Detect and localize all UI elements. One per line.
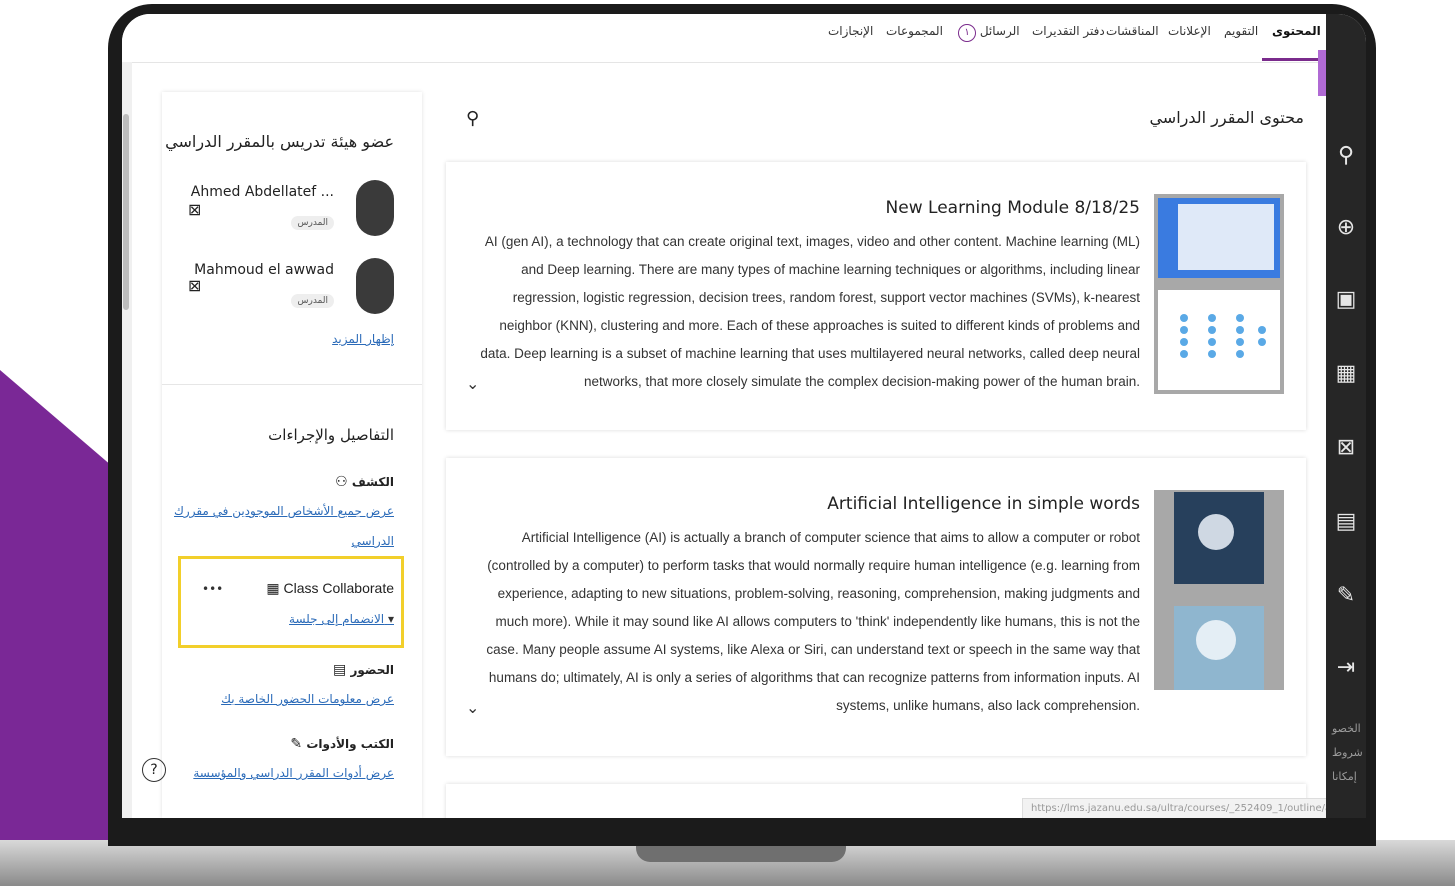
roster-heading-label: الكشف (351, 475, 394, 489)
content-card[interactable]: Artificial Intelligence in simple words … (446, 458, 1306, 756)
instructor-name[interactable]: Mahmoud el awwad (194, 262, 334, 278)
right-nav-strip (1326, 14, 1366, 818)
roster-link[interactable]: عرض جميع الأشخاص الموجودين في مقررك (174, 504, 394, 518)
roster-link-line2[interactable]: الدراسي (352, 534, 394, 548)
tools-heading: ✎ الكتب والأدوات (286, 736, 394, 752)
course-sidebar: عضو هيئة تدريس بالمقرر الدراسي Ahmed Abd… (162, 92, 422, 818)
nav-tab-groups[interactable]: المجموعات (886, 24, 943, 38)
mail-icon[interactable]: ⊠ (188, 276, 201, 295)
help-icon[interactable]: ? (142, 758, 166, 782)
nav-tab-content[interactable]: المحتوى (1272, 24, 1321, 38)
card-body: Artificial Intelligence (AI) is actually… (486, 530, 1140, 713)
screen: المحتوى التقويم الإعلانات المناقشات دفتر… (122, 14, 1366, 818)
card-thumbnail (1154, 194, 1284, 394)
attendance-icon: ▤ (333, 662, 347, 678)
roster-heading: ⚇ الكشف (331, 474, 394, 490)
show-more-link[interactable]: إظهار المزيد (332, 332, 394, 346)
nav-tab-gradebook[interactable]: دفتر التقديرات (1032, 24, 1105, 38)
nav-tab-messages[interactable]: ١ الرسائل (958, 24, 1020, 42)
instructors-title: عضو هيئة تدريس بالمقرر الدراسي (165, 132, 394, 151)
scrollbar[interactable] (122, 62, 132, 818)
strip-footer-text[interactable]: شروط (1332, 746, 1363, 759)
wrench-icon: ✎ (290, 736, 303, 752)
nav-tab-discussions[interactable]: المناقشات (1106, 24, 1159, 38)
card-title[interactable]: Artificial Intelligence in simple words (827, 494, 1140, 514)
card-body: AI (gen AI), a technology that can creat… (480, 234, 1140, 389)
instructor-role-badge: المدرس (291, 294, 334, 308)
people-icon: ⚇ (335, 474, 348, 490)
page-title: محتوى المقرر الدراسي (1149, 108, 1304, 127)
laptop-bezel: المحتوى التقويم الإعلانات المناقشات دفتر… (108, 4, 1376, 846)
sidebar-divider (162, 384, 422, 385)
signout-icon[interactable]: ⇥ (1332, 654, 1360, 682)
attendance-link[interactable]: عرض معلومات الحضور الخاصة بك (221, 692, 394, 706)
card-thumbnail (1154, 490, 1284, 690)
status-url: https://lms.jazanu.edu.sa/ultra/courses/… (1022, 798, 1366, 818)
search-icon[interactable]: ⚲ (466, 108, 479, 129)
globe-icon[interactable]: ⊕ (1332, 214, 1360, 242)
strip-footer-text[interactable]: إمكانا (1332, 770, 1357, 783)
collaborate-highlight-box (178, 556, 404, 648)
tools-heading-label: الكتب والأدوات (306, 737, 394, 751)
user-icon[interactable]: ⚲ (1332, 142, 1360, 170)
strip-footer-text[interactable]: الخصو (1332, 722, 1361, 735)
avatar[interactable] (356, 258, 394, 314)
calendar-icon[interactable]: ▦ (1332, 360, 1360, 388)
messages-icon[interactable]: ⊠ (1332, 434, 1360, 462)
expand-chevron-icon[interactable]: ⌄ (466, 374, 479, 393)
active-tab-indicator (1262, 58, 1318, 61)
top-nav: المحتوى التقويم الإعلانات المناقشات دفتر… (122, 14, 1326, 63)
attendance-heading-label: الحضور (350, 663, 394, 677)
instructor-role-badge: المدرس (291, 216, 334, 230)
courses-icon[interactable]: ▣ (1332, 286, 1360, 314)
card-title[interactable]: New Learning Module 8/18/25 (886, 198, 1140, 218)
nav-tab-calendar[interactable]: التقويم (1224, 24, 1258, 38)
details-title: التفاصيل والإجراءات (268, 426, 394, 444)
mail-icon[interactable]: ⊠ (188, 200, 201, 219)
scrollbar-thumb[interactable] (123, 114, 129, 310)
nav-tab-announcements[interactable]: الإعلانات (1168, 24, 1211, 38)
instructor-name[interactable]: Ahmed Abdellatef ... (191, 184, 334, 200)
grades-icon[interactable]: ▤ (1332, 508, 1360, 536)
messages-count-badge: ١ (958, 24, 976, 42)
nav-tab-achievements[interactable]: الإنجازات (828, 24, 873, 38)
edit-icon[interactable]: ✎ (1332, 582, 1360, 610)
avatar[interactable] (356, 180, 394, 236)
expand-chevron-icon[interactable]: ⌄ (466, 698, 479, 717)
content-card[interactable]: New Learning Module 8/18/25 AI (gen AI),… (446, 162, 1306, 430)
attendance-heading: ▤ الحضور (329, 662, 394, 678)
nav-tab-messages-label: الرسائل (979, 24, 1020, 38)
tools-link[interactable]: عرض أدوات المقرر الدراسي والمؤسسة (193, 766, 394, 780)
